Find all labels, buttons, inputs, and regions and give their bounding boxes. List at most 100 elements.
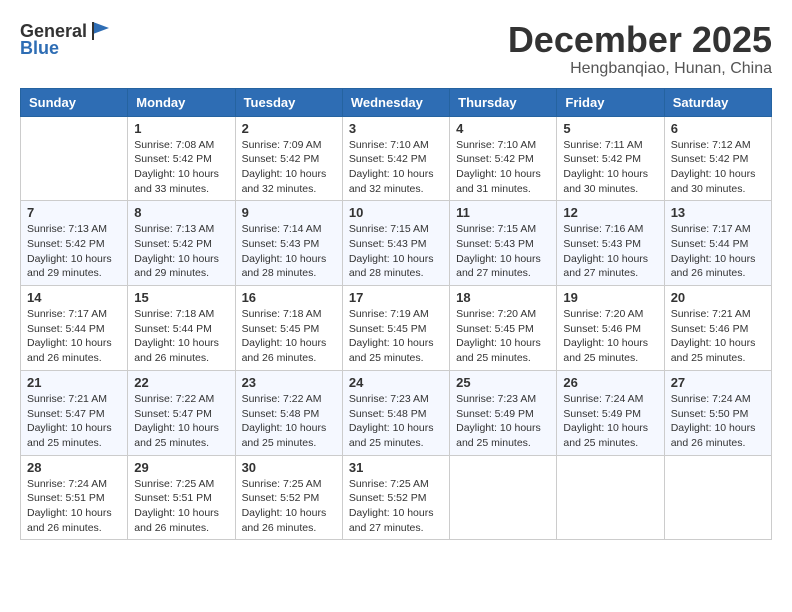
day-number: 7 [27, 205, 121, 220]
day-number: 10 [349, 205, 443, 220]
day-info: Sunrise: 7:15 AMSunset: 5:43 PMDaylight:… [456, 222, 550, 281]
day-info: Sunrise: 7:09 AMSunset: 5:42 PMDaylight:… [242, 138, 336, 197]
day-info: Sunrise: 7:25 AMSunset: 5:52 PMDaylight:… [349, 477, 443, 536]
day-info: Sunrise: 7:11 AMSunset: 5:42 PMDaylight:… [563, 138, 657, 197]
logo-blue-text: Blue [20, 38, 59, 59]
day-number: 15 [134, 290, 228, 305]
day-number: 20 [671, 290, 765, 305]
calendar-cell: 8 Sunrise: 7:13 AMSunset: 5:42 PMDaylight… [128, 201, 235, 286]
day-number: 6 [671, 121, 765, 136]
calendar-cell: 31 Sunrise: 7:25 AMSunset: 5:52 PMDayligh… [342, 455, 449, 540]
day-info: Sunrise: 7:25 AMSunset: 5:52 PMDaylight:… [242, 477, 336, 536]
calendar-cell: 11 Sunrise: 7:15 AMSunset: 5:43 PMDayligh… [450, 201, 557, 286]
day-info: Sunrise: 7:24 AMSunset: 5:49 PMDaylight:… [563, 392, 657, 451]
day-number: 3 [349, 121, 443, 136]
day-number: 17 [349, 290, 443, 305]
day-number: 31 [349, 460, 443, 475]
day-number: 11 [456, 205, 550, 220]
day-info: Sunrise: 7:22 AMSunset: 5:48 PMDaylight:… [242, 392, 336, 451]
logo-flag-icon [89, 20, 111, 42]
calendar-cell: 12 Sunrise: 7:16 AMSunset: 5:43 PMDayligh… [557, 201, 664, 286]
day-number: 14 [27, 290, 121, 305]
calendar-cell: 9 Sunrise: 7:14 AMSunset: 5:43 PMDaylight… [235, 201, 342, 286]
calendar-cell: 7 Sunrise: 7:13 AMSunset: 5:42 PMDaylight… [21, 201, 128, 286]
calendar-cell [450, 455, 557, 540]
calendar-cell: 6 Sunrise: 7:12 AMSunset: 5:42 PMDaylight… [664, 116, 771, 201]
day-header-thursday: Thursday [450, 88, 557, 116]
day-info: Sunrise: 7:10 AMSunset: 5:42 PMDaylight:… [349, 138, 443, 197]
calendar-cell: 19 Sunrise: 7:20 AMSunset: 5:46 PMDayligh… [557, 286, 664, 371]
calendar-cell: 15 Sunrise: 7:18 AMSunset: 5:44 PMDayligh… [128, 286, 235, 371]
day-number: 2 [242, 121, 336, 136]
day-number: 30 [242, 460, 336, 475]
day-header-sunday: Sunday [21, 88, 128, 116]
calendar-week-row: 7 Sunrise: 7:13 AMSunset: 5:42 PMDaylight… [21, 201, 772, 286]
day-number: 5 [563, 121, 657, 136]
day-info: Sunrise: 7:12 AMSunset: 5:42 PMDaylight:… [671, 138, 765, 197]
calendar-cell: 21Sunrise: 7:21 AMSunset: 5:47 PMDayligh… [21, 370, 128, 455]
day-number: 9 [242, 205, 336, 220]
day-number: 12 [563, 205, 657, 220]
calendar-cell: 14 Sunrise: 7:17 AMSunset: 5:44 PMDayligh… [21, 286, 128, 371]
calendar-cell: 24Sunrise: 7:23 AMSunset: 5:48 PMDayligh… [342, 370, 449, 455]
day-number: 28 [27, 460, 121, 475]
day-info: Sunrise: 7:17 AMSunset: 5:44 PMDaylight:… [27, 307, 121, 366]
calendar-cell: 3 Sunrise: 7:10 AMSunset: 5:42 PMDaylight… [342, 116, 449, 201]
calendar-cell: 10 Sunrise: 7:15 AMSunset: 5:43 PMDayligh… [342, 201, 449, 286]
day-info: Sunrise: 7:08 AMSunset: 5:42 PMDaylight:… [134, 138, 228, 197]
calendar-cell: 27 Sunrise: 7:24 AMSunset: 5:50 PMDayligh… [664, 370, 771, 455]
day-header-wednesday: Wednesday [342, 88, 449, 116]
day-info: Sunrise: 7:20 AMSunset: 5:46 PMDaylight:… [563, 307, 657, 366]
calendar-cell: 22 Sunrise: 7:22 AMSunset: 5:47 PMDayligh… [128, 370, 235, 455]
day-info: Sunrise: 7:17 AMSunset: 5:44 PMDaylight:… [671, 222, 765, 281]
day-info: Sunrise: 7:25 AMSunset: 5:51 PMDaylight:… [134, 477, 228, 536]
day-info: Sunrise: 7:13 AMSunset: 5:42 PMDaylight:… [27, 222, 121, 281]
day-number: 16 [242, 290, 336, 305]
calendar-table: SundayMondayTuesdayWednesdayThursdayFrid… [20, 88, 772, 541]
calendar-header-row: SundayMondayTuesdayWednesdayThursdayFrid… [21, 88, 772, 116]
location-title: Hengbanqiao, Hunan, China [508, 60, 772, 78]
day-info: Sunrise: 7:24 AMSunset: 5:51 PMDaylight:… [27, 477, 121, 536]
day-info: Sunrise: 7:23 AMSunset: 5:48 PMDaylight:… [349, 392, 443, 451]
calendar-cell: 29 Sunrise: 7:25 AMSunset: 5:51 PMDayligh… [128, 455, 235, 540]
calendar-cell: 13Sunrise: 7:17 AMSunset: 5:44 PMDayligh… [664, 201, 771, 286]
calendar-cell: 25Sunrise: 7:23 AMSunset: 5:49 PMDayligh… [450, 370, 557, 455]
calendar-cell: 18Sunrise: 7:20 AMSunset: 5:45 PMDayligh… [450, 286, 557, 371]
calendar-cell [557, 455, 664, 540]
day-number: 22 [134, 375, 228, 390]
day-info: Sunrise: 7:18 AMSunset: 5:45 PMDaylight:… [242, 307, 336, 366]
day-number: 8 [134, 205, 228, 220]
day-number: 29 [134, 460, 228, 475]
day-info: Sunrise: 7:15 AMSunset: 5:43 PMDaylight:… [349, 222, 443, 281]
calendar-cell: 17 Sunrise: 7:19 AMSunset: 5:45 PMDayligh… [342, 286, 449, 371]
calendar-cell: 28 Sunrise: 7:24 AMSunset: 5:51 PMDayligh… [21, 455, 128, 540]
day-info: Sunrise: 7:16 AMSunset: 5:43 PMDaylight:… [563, 222, 657, 281]
day-info: Sunrise: 7:21 AMSunset: 5:46 PMDaylight:… [671, 307, 765, 366]
day-header-saturday: Saturday [664, 88, 771, 116]
day-number: 23 [242, 375, 336, 390]
calendar-cell: 30 Sunrise: 7:25 AMSunset: 5:52 PMDayligh… [235, 455, 342, 540]
day-header-monday: Monday [128, 88, 235, 116]
day-number: 19 [563, 290, 657, 305]
calendar-cell: 1 Sunrise: 7:08 AMSunset: 5:42 PMDaylight… [128, 116, 235, 201]
calendar-week-row: 14 Sunrise: 7:17 AMSunset: 5:44 PMDayligh… [21, 286, 772, 371]
day-number: 1 [134, 121, 228, 136]
calendar-cell: 26 Sunrise: 7:24 AMSunset: 5:49 PMDayligh… [557, 370, 664, 455]
day-info: Sunrise: 7:13 AMSunset: 5:42 PMDaylight:… [134, 222, 228, 281]
calendar-cell: 16 Sunrise: 7:18 AMSunset: 5:45 PMDayligh… [235, 286, 342, 371]
day-info: Sunrise: 7:22 AMSunset: 5:47 PMDaylight:… [134, 392, 228, 451]
calendar-cell: 5 Sunrise: 7:11 AMSunset: 5:42 PMDaylight… [557, 116, 664, 201]
day-info: Sunrise: 7:19 AMSunset: 5:45 PMDaylight:… [349, 307, 443, 366]
calendar-cell [664, 455, 771, 540]
calendar-week-row: 21Sunrise: 7:21 AMSunset: 5:47 PMDayligh… [21, 370, 772, 455]
day-info: Sunrise: 7:24 AMSunset: 5:50 PMDaylight:… [671, 392, 765, 451]
day-number: 18 [456, 290, 550, 305]
day-info: Sunrise: 7:10 AMSunset: 5:42 PMDaylight:… [456, 138, 550, 197]
day-header-tuesday: Tuesday [235, 88, 342, 116]
day-number: 4 [456, 121, 550, 136]
day-number: 27 [671, 375, 765, 390]
calendar-cell: 23 Sunrise: 7:22 AMSunset: 5:48 PMDayligh… [235, 370, 342, 455]
day-number: 26 [563, 375, 657, 390]
day-info: Sunrise: 7:14 AMSunset: 5:43 PMDaylight:… [242, 222, 336, 281]
day-info: Sunrise: 7:18 AMSunset: 5:44 PMDaylight:… [134, 307, 228, 366]
